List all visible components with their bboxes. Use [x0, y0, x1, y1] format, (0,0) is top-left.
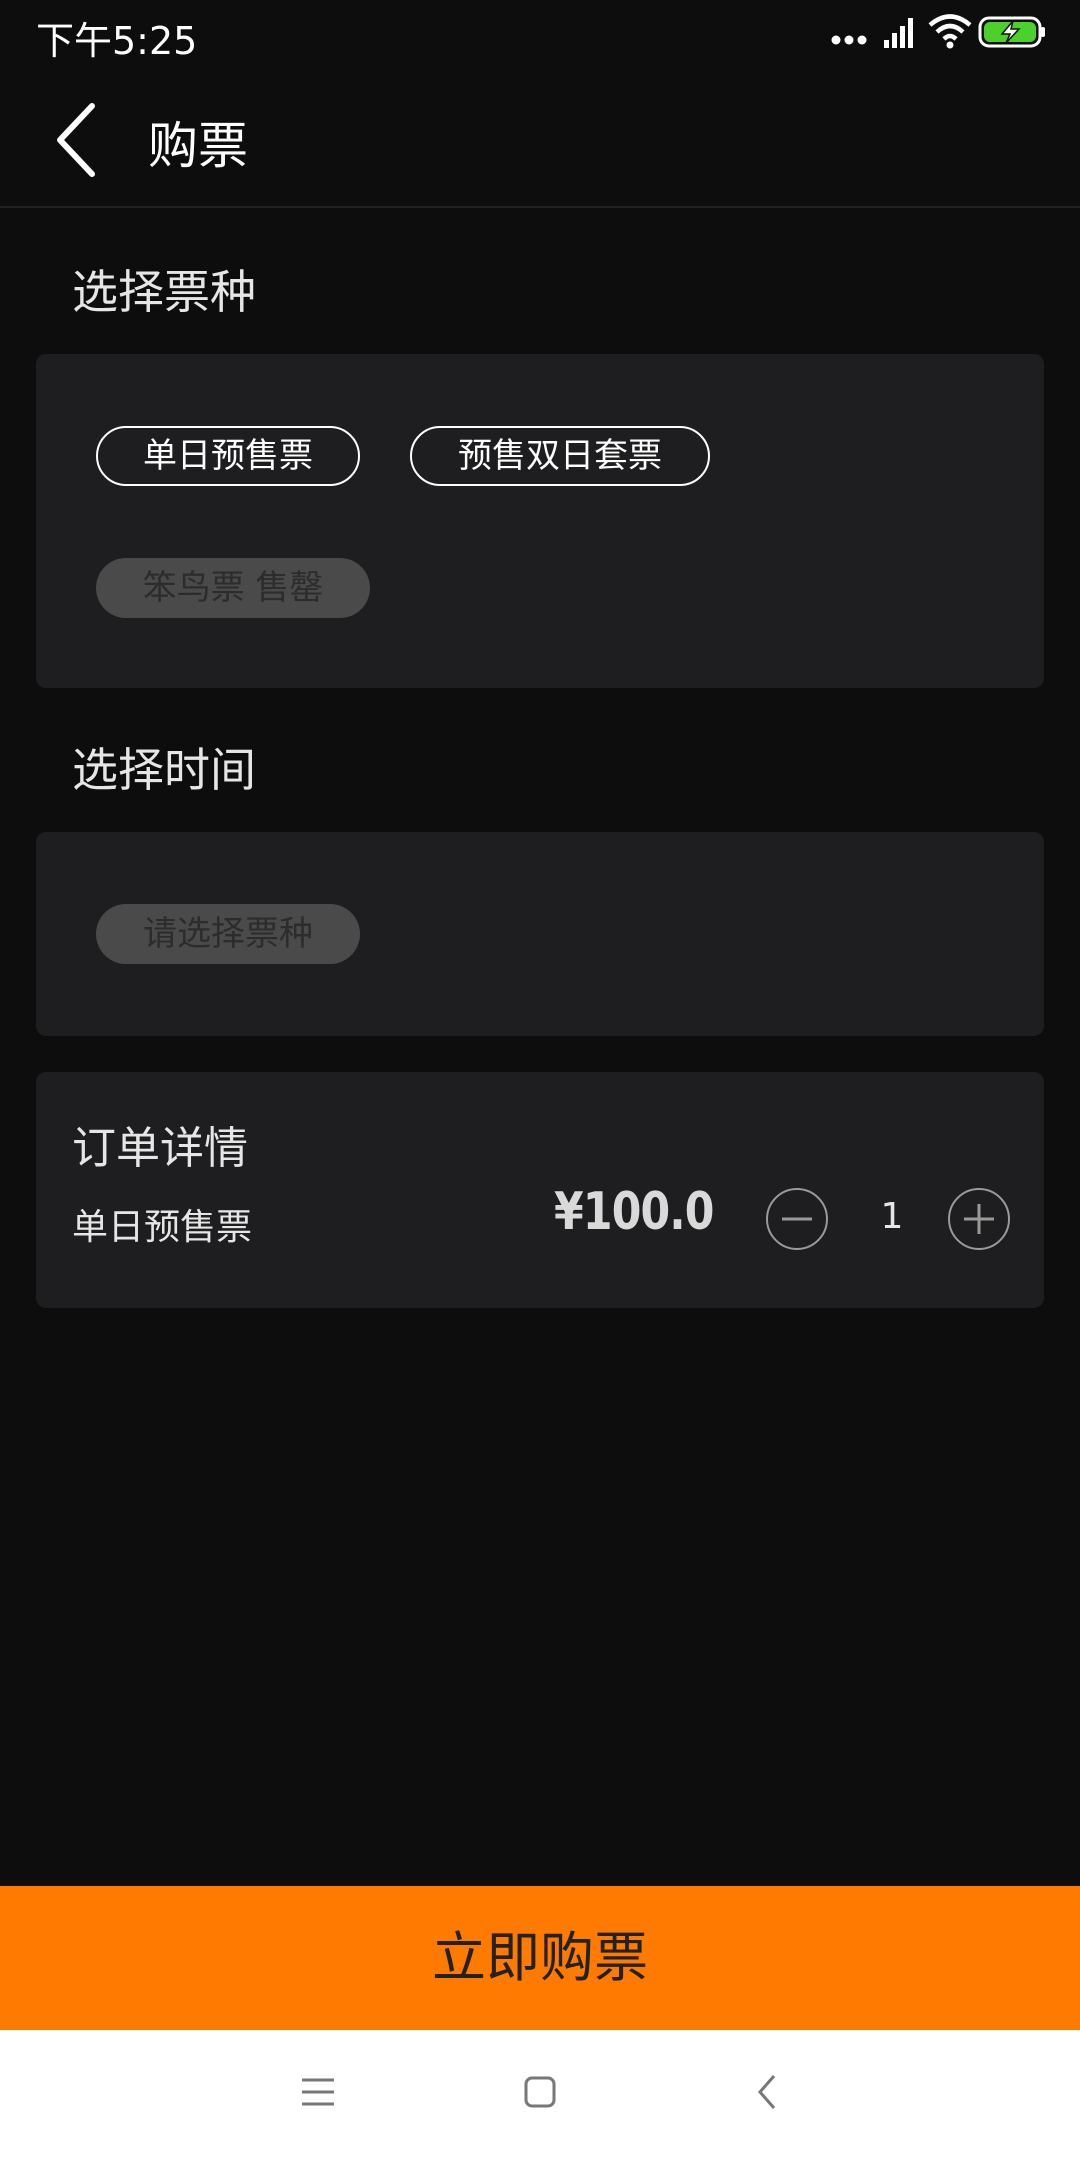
- time-select-label: 选择时间: [72, 743, 256, 797]
- ticket-option-single-day[interactable]: 单日预售票: [96, 426, 360, 486]
- ticket-type-card: 单日预售票 预售双日套票 笨鸟票 售罄: [36, 354, 1044, 688]
- order-detail-title: 订单详情: [72, 1123, 248, 1174]
- time-placeholder: 请选择票种: [96, 904, 360, 964]
- signal-icon: [884, 18, 913, 48]
- quantity-value: 1: [880, 1196, 904, 1237]
- quantity-decrease-button[interactable]: [766, 1188, 828, 1250]
- ticket-option-two-day-package[interactable]: 预售双日套票: [410, 426, 710, 486]
- plus-icon: [964, 1204, 994, 1234]
- order-price: ¥100.0: [554, 1182, 714, 1242]
- header: 购票: [0, 68, 1080, 208]
- more-dots-icon: [831, 35, 867, 45]
- minus-icon: [782, 1217, 812, 1221]
- home-icon[interactable]: [520, 2072, 560, 2112]
- back-arrow-icon[interactable]: [52, 100, 100, 180]
- buy-now-button[interactable]: 立即购票: [0, 1886, 1080, 2030]
- back-icon[interactable]: [748, 2072, 788, 2112]
- wifi-icon: [928, 14, 972, 49]
- status-time: 下午5:25: [36, 19, 198, 63]
- status-icons: [830, 14, 1045, 54]
- quantity-increase-button[interactable]: [948, 1188, 1010, 1250]
- page-title: 购票: [148, 117, 248, 175]
- menu-icon[interactable]: [298, 2072, 338, 2112]
- battery-charging-icon: [978, 16, 1045, 48]
- order-item-name: 单日预售票: [72, 1207, 253, 1248]
- ticket-type-label: 选择票种: [72, 265, 256, 319]
- time-select-card: 请选择票种: [36, 832, 1044, 1036]
- system-nav-bar: [0, 2030, 1080, 2160]
- status-bar: 下午5:25: [0, 0, 1080, 68]
- ticket-option-sold-out: 笨鸟票 售罄: [96, 558, 370, 618]
- order-detail-card: 订单详情 单日预售票 ¥100.0 1: [36, 1072, 1044, 1308]
